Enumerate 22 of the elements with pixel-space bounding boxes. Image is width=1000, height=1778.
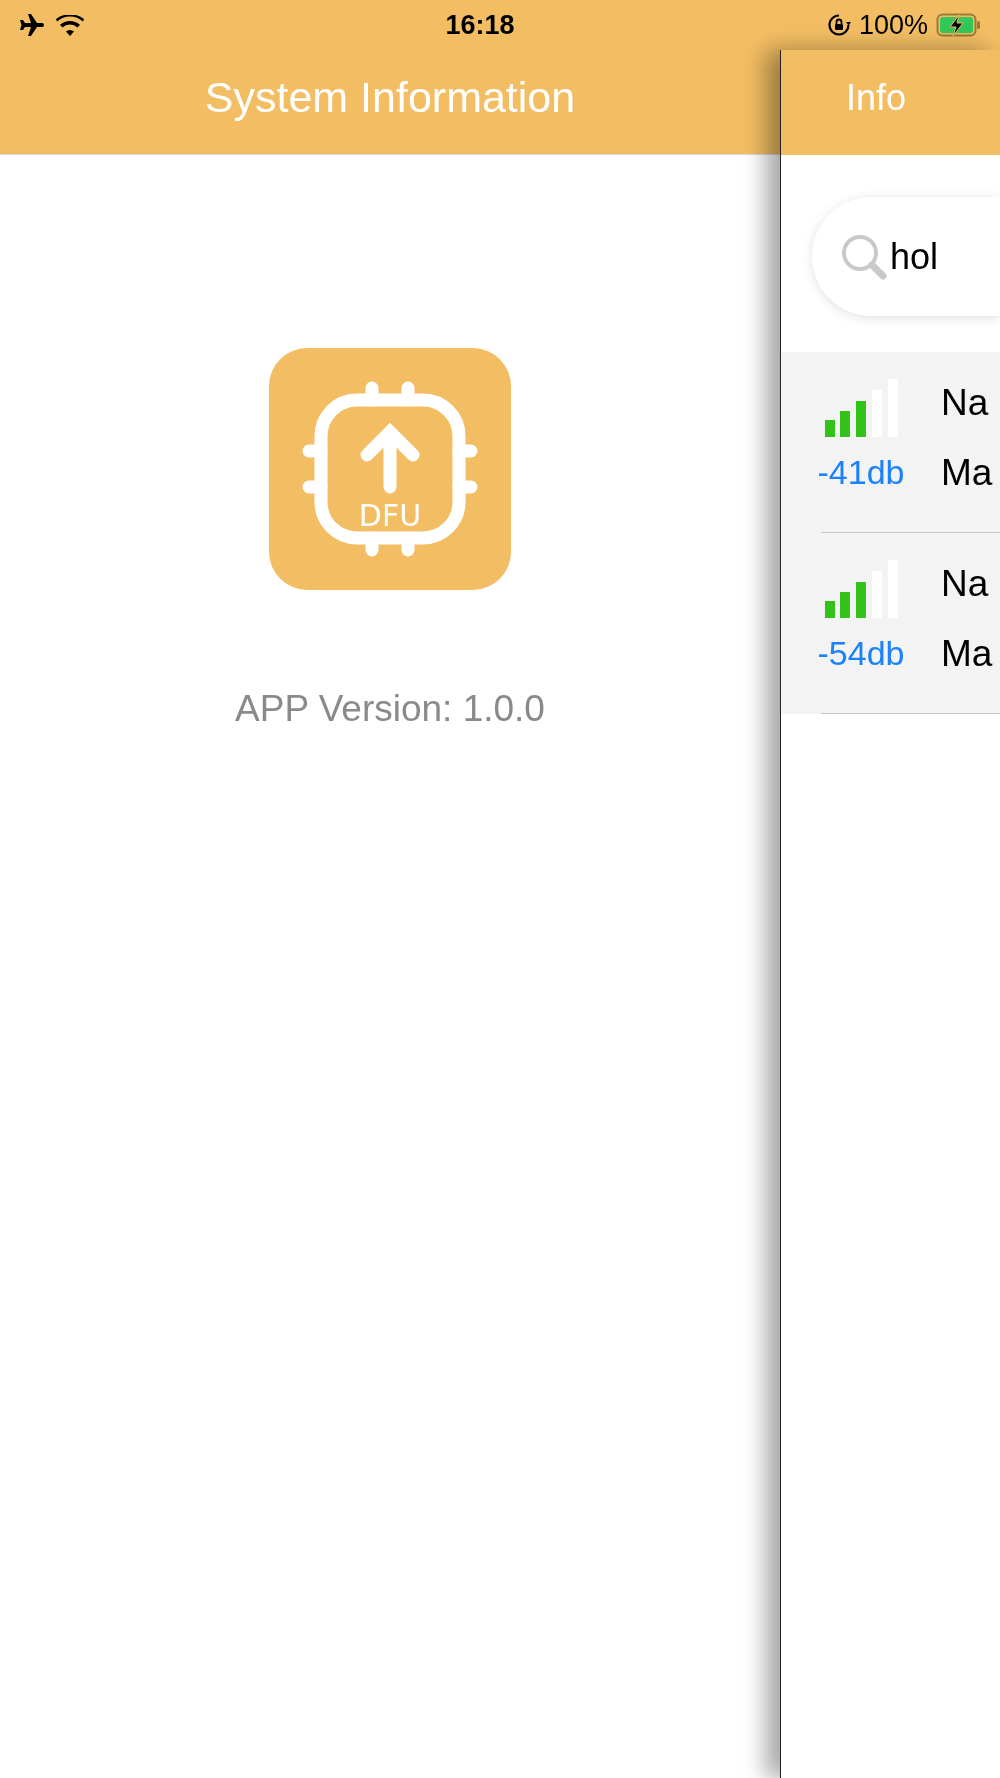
device-mac-label: Ma	[941, 633, 993, 675]
nav-title: System Information	[204, 72, 576, 122]
nav-title: Info	[846, 76, 907, 119]
signal-strength-icon	[824, 379, 898, 437]
signal-reading: -54db	[817, 634, 905, 673]
status-time: 16:18	[444, 9, 516, 41]
device-mac-label: Ma	[941, 452, 993, 494]
device-name-label: Na	[941, 563, 990, 605]
airplane-icon	[18, 14, 44, 36]
signal-strength-icon	[824, 560, 898, 618]
search-icon	[840, 233, 888, 281]
wifi-icon	[56, 14, 84, 36]
signal-reading: -41db	[817, 453, 905, 492]
device-row[interactable]: -41db Na Ma	[781, 352, 1000, 533]
rotation-lock-icon	[826, 13, 851, 37]
app-version: APP Version: 1.0.0	[235, 688, 545, 730]
battery-percent: 100%	[858, 9, 928, 41]
app-logo: DFU	[269, 348, 511, 590]
device-name-label: Na	[941, 382, 990, 424]
battery-charging-icon	[936, 13, 982, 37]
search-field[interactable]: hol	[812, 197, 1000, 316]
device-row[interactable]: -54db Na Ma	[781, 533, 1000, 714]
